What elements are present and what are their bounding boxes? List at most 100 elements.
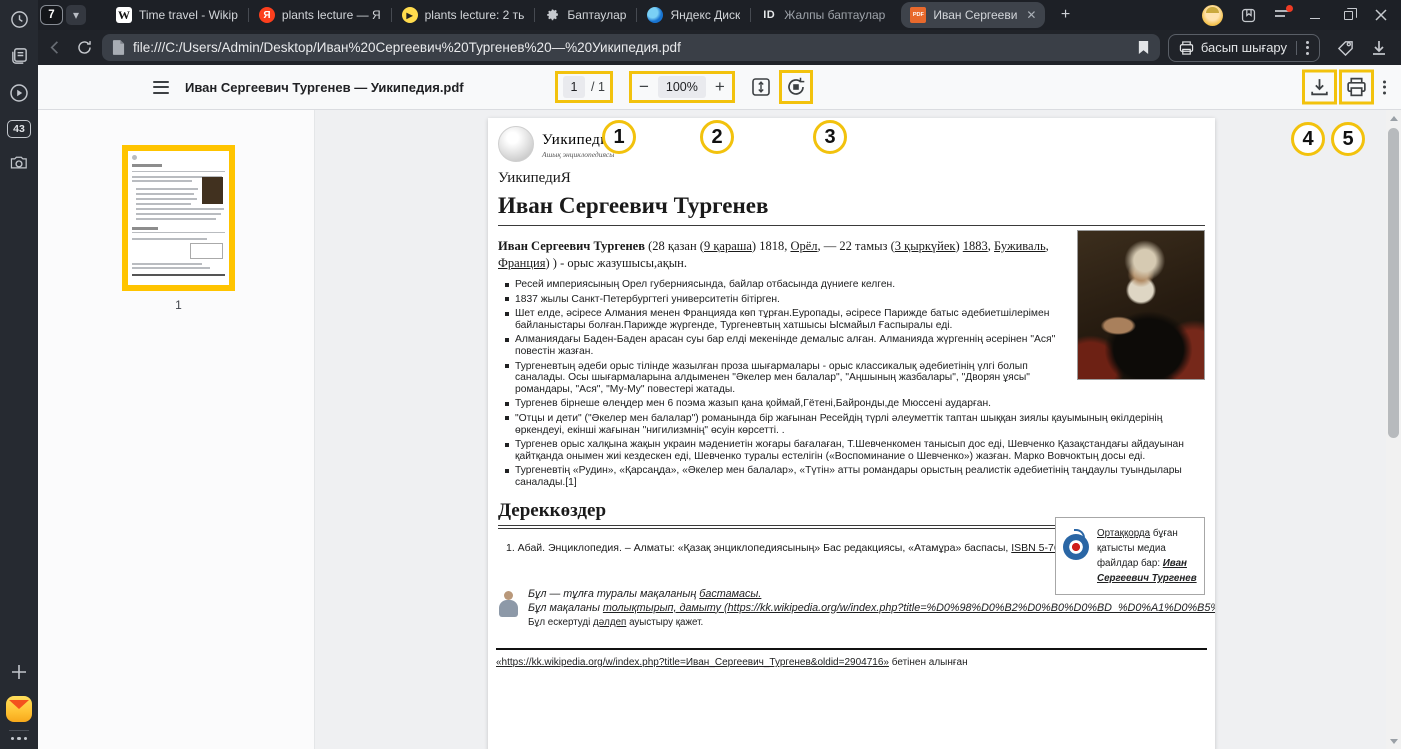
commons-link[interactable]: Ортаққорда [1097,528,1150,539]
person-stub-icon [498,591,519,618]
document-viewport[interactable]: УикипедиЯ Ашық энциклопедиясы УикипедиЯ … [315,110,1386,749]
pdf-page: УикипедиЯ Ашық энциклопедиясы УикипедиЯ … [488,118,1215,749]
downloads-icon[interactable] [1371,40,1387,56]
tab-counter[interactable]: 7 ▾ [40,5,86,25]
tab-plants-lecture-video[interactable]: ▶ plants lecture: 2 ть [392,0,535,30]
link[interactable]: Буживаль [994,239,1046,253]
page-thumbnail[interactable] [122,145,235,291]
tab-plants-lecture-search[interactable]: Я plants lecture — Я [249,0,391,30]
browser-menu-icon[interactable] [1274,8,1290,22]
pdf-more-icon[interactable] [1383,80,1386,94]
edit-link[interactable]: толықтырып, дамыту [603,602,721,614]
zoom-in-button[interactable]: + [713,77,727,97]
pdf-toolbar-center: 1 / 1 − 100% + [555,70,813,104]
link[interactable]: 3 қыркүйек [895,239,956,253]
pdf-toolbar: Иван Сергеевич Тургенев — Уикипедия.pdf … [38,65,1401,110]
commons-text: Ортаққорда бұған қатысты медиа файлдар б… [1097,526,1197,586]
rotate-icon[interactable] [785,76,807,98]
page-indicator-highlight: 1 / 1 [555,71,613,103]
download-highlight [1302,70,1337,105]
sidebar-more-icon[interactable] [11,737,28,741]
browser-main: 7 ▾ W Time travel - Wikip Я plants lectu… [38,0,1401,749]
fit-to-page-icon[interactable] [750,76,772,98]
wikipedia-globe-logo [498,126,534,162]
browser-window: 43 7 ▾ W Time travel - Wikip [0,0,1401,749]
print-more-icon[interactable] [1306,41,1309,55]
total-pages-label: / 1 [591,80,605,94]
tab-label: Баптаулар [567,8,626,22]
print-page-button[interactable]: басып шығару [1168,34,1320,62]
url-text[interactable]: file:///C:/Users/Admin/Desktop/Иван%20Се… [133,40,1129,55]
back-icon[interactable] [45,38,65,58]
list-item: Тургенев орыс халқына жақын украин мәден… [515,439,1205,462]
close-window-button[interactable] [1373,7,1389,23]
print-button-label: басып шығару [1201,40,1287,55]
zoom-controls-highlight: − 100% + [629,71,735,103]
link[interactable]: 1883 [963,239,988,253]
vertical-scrollbar[interactable] [1386,110,1401,749]
link[interactable]: бастамасы. [699,588,761,600]
new-tab-button[interactable]: + [1053,3,1077,27]
tab-general-settings[interactable]: ID Жалпы баптаулар [751,0,895,30]
video-play-icon[interactable] [7,81,31,105]
tab-count-badge[interactable]: 7 [40,5,63,25]
chevron-down-icon[interactable]: ▾ [66,5,86,25]
tab-settings[interactable]: Баптаулар [535,0,636,30]
link[interactable]: 9 қараша [704,239,752,253]
scroll-up-arrow[interactable] [1390,116,1398,121]
tab-label: Time travel - Wikip [139,8,238,22]
notification-dot [1286,5,1293,12]
close-tab-icon[interactable]: ✕ [1026,8,1036,22]
footer-divider [496,648,1207,650]
tag-collections-icon[interactable] [1336,39,1355,56]
print-icon[interactable] [1345,76,1368,99]
scrollbar-thumb[interactable] [1388,128,1399,438]
bookmark-icon[interactable] [1137,40,1150,55]
print-highlight [1339,70,1374,105]
pdf-content-area: 1 УикипедиЯ Ашық энциклопедиясы Уикипеди… [38,110,1401,749]
list-item: Тургеневтің «Рудин», «Қарсаңда», «Әкелер… [515,465,1205,488]
tabs-panel-icon[interactable] [7,43,31,67]
weather-badge[interactable]: 43 [7,120,31,138]
pdf-menu-icon[interactable] [153,81,169,94]
history-icon[interactable] [7,7,31,31]
tab-active-pdf[interactable]: PDF Иван Сергееви ✕ [901,2,1045,28]
tabs-strip: W Time travel - Wikip Я plants lecture —… [106,0,1077,30]
zoom-out-button[interactable]: − [637,77,651,97]
callout-4: 4 [1291,122,1325,156]
link[interactable]: дәлдеп [593,617,626,628]
zoom-level-value[interactable]: 100% [658,76,706,98]
add-panel-icon[interactable] [7,660,31,684]
callout-5: 5 [1331,122,1365,156]
minimize-button[interactable] [1307,7,1323,23]
download-icon[interactable] [1308,76,1331,99]
tab-label: Иван Сергееви [933,8,1017,22]
tab-time-travel[interactable]: W Time travel - Wikip [106,0,248,30]
url-field[interactable]: file:///C:/Users/Admin/Desktop/Иван%20Се… [102,34,1160,61]
permalink[interactable]: «https://kk.wikipedia.org/w/index.php?ti… [496,657,889,668]
address-bar: file:///C:/Users/Admin/Desktop/Иван%20Се… [38,30,1401,65]
reload-icon[interactable] [74,38,94,58]
link[interactable]: Орёл [790,239,817,253]
wikipedia-tagline: Ашық энциклопедиясы [542,150,619,159]
stub-line-2: Бұл мақаланы толықтырып, дамыту (https:/… [528,602,1215,616]
tab-bar: 7 ▾ W Time travel - Wikip Я plants lectu… [38,0,1401,30]
tab-label: plants lecture — Я [282,8,381,22]
screenshot-camera-icon[interactable] [7,151,31,175]
stub-line-3: Бұл ескертуді дәлдеп ауыстыру қажет. [528,616,1215,630]
site-name-line: УикипедиЯ [498,170,1205,187]
yandex-disk-icon [647,7,663,23]
profile-avatar[interactable] [1202,5,1223,26]
link[interactable]: Франция [498,256,546,270]
scroll-down-arrow[interactable] [1390,739,1398,744]
callout-1: 1 [602,120,636,154]
tab-yandex-disk[interactable]: Яндекс Диск [637,0,750,30]
current-page-input[interactable]: 1 [563,76,585,98]
restore-window-button[interactable] [1340,7,1356,23]
pdf-document-title: Иван Сергеевич Тургенев — Уикипедия.pdf [185,80,464,95]
yandex-icon: Я [259,7,275,23]
browser-sidebar: 43 [0,0,38,749]
yandex-mail-icon[interactable] [6,696,32,722]
collections-panel-icon[interactable] [1240,7,1257,24]
tabbar-right-controls [1202,5,1401,26]
